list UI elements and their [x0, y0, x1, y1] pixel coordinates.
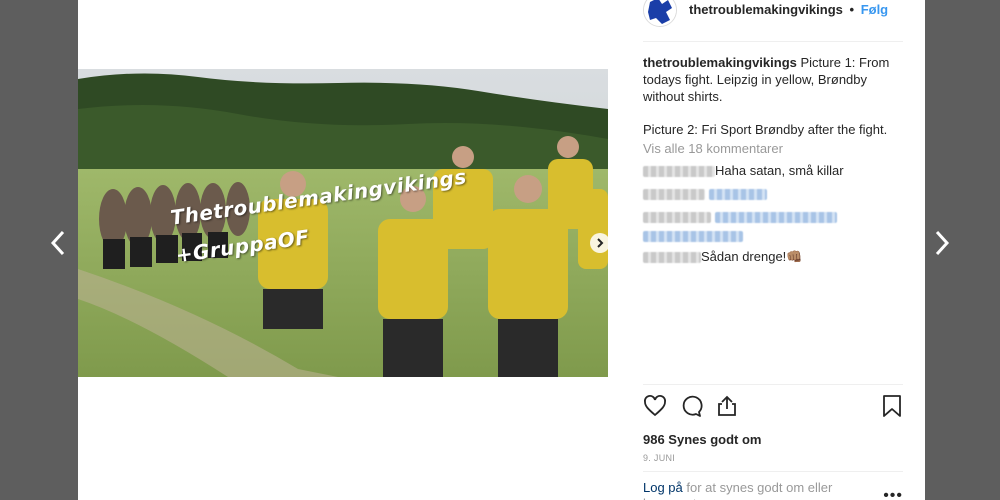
previous-post-button[interactable] [46, 228, 70, 258]
view-all-comments-link[interactable]: Vis alle 18 kommentarer [643, 141, 903, 156]
header-text: thetroublemakingvikings • Følg [689, 2, 888, 17]
post-photo: Thetroublemakingvikings +GruppaOF [78, 69, 608, 377]
comment-text: Sådan drenge!👊🏽 [701, 249, 803, 264]
blurred-username [643, 166, 715, 178]
chevron-left-icon [50, 230, 65, 256]
action-icons [643, 394, 903, 418]
share-icon [718, 395, 736, 416]
header-username[interactable]: thetroublemakingvikings [689, 2, 843, 17]
caption-username[interactable]: thetroublemakingvikings [643, 55, 797, 70]
comment-icon [682, 395, 703, 417]
post-sidebar: thetroublemakingvikings • Følg thetroubl… [608, 0, 925, 500]
follow-button[interactable]: Følg [861, 2, 888, 17]
login-link[interactable]: Log på [643, 480, 683, 495]
post-media: Thetroublemakingvikings +GruppaOF [78, 0, 610, 500]
comment-item [643, 185, 903, 202]
comment-item [643, 208, 903, 242]
caption-text-2: Picture 2: Fri Sport Brøndby after the f… [643, 122, 888, 137]
blurred-username [643, 252, 701, 264]
chevron-right-icon [597, 238, 604, 248]
avatar[interactable] [643, 0, 677, 27]
like-count[interactable]: 986 Synes godt om [643, 432, 903, 447]
save-button[interactable] [881, 394, 903, 418]
blurred-username [643, 189, 705, 201]
post-date: 9. JUNI [643, 453, 676, 463]
blurred-username [643, 212, 711, 224]
post-dialog: Thetroublemakingvikings +GruppaOF thetro… [78, 0, 925, 500]
carousel-next-button[interactable] [590, 233, 610, 253]
blurred-mention [708, 189, 767, 201]
blurred-mention [643, 230, 743, 242]
comment-item: Haha satan, små killar [643, 162, 903, 179]
post-header: thetroublemakingvikings • Følg [643, 0, 903, 42]
separator-dot: • [849, 2, 855, 17]
share-button[interactable] [715, 394, 739, 418]
login-prompt: Log på for at synes godt om eller kommen… [643, 471, 903, 500]
comment-button[interactable] [679, 394, 703, 418]
comment-text: Haha satan, små killar [715, 163, 844, 178]
like-button[interactable] [643, 394, 667, 418]
avatar-logo-icon [644, 0, 676, 26]
heart-icon [644, 395, 666, 417]
post-caption: thetroublemakingvikings Picture 1: From … [643, 54, 903, 138]
more-options-button[interactable]: ••• [883, 488, 903, 500]
comment-item: Sådan drenge!👊🏽 [643, 248, 903, 265]
post-actions: 986 Synes godt om 9. JUNI Log på for at … [643, 384, 903, 500]
next-post-button[interactable] [930, 228, 954, 258]
chevron-right-icon [935, 230, 950, 256]
blurred-mention [714, 212, 837, 224]
bookmark-icon [883, 395, 901, 417]
